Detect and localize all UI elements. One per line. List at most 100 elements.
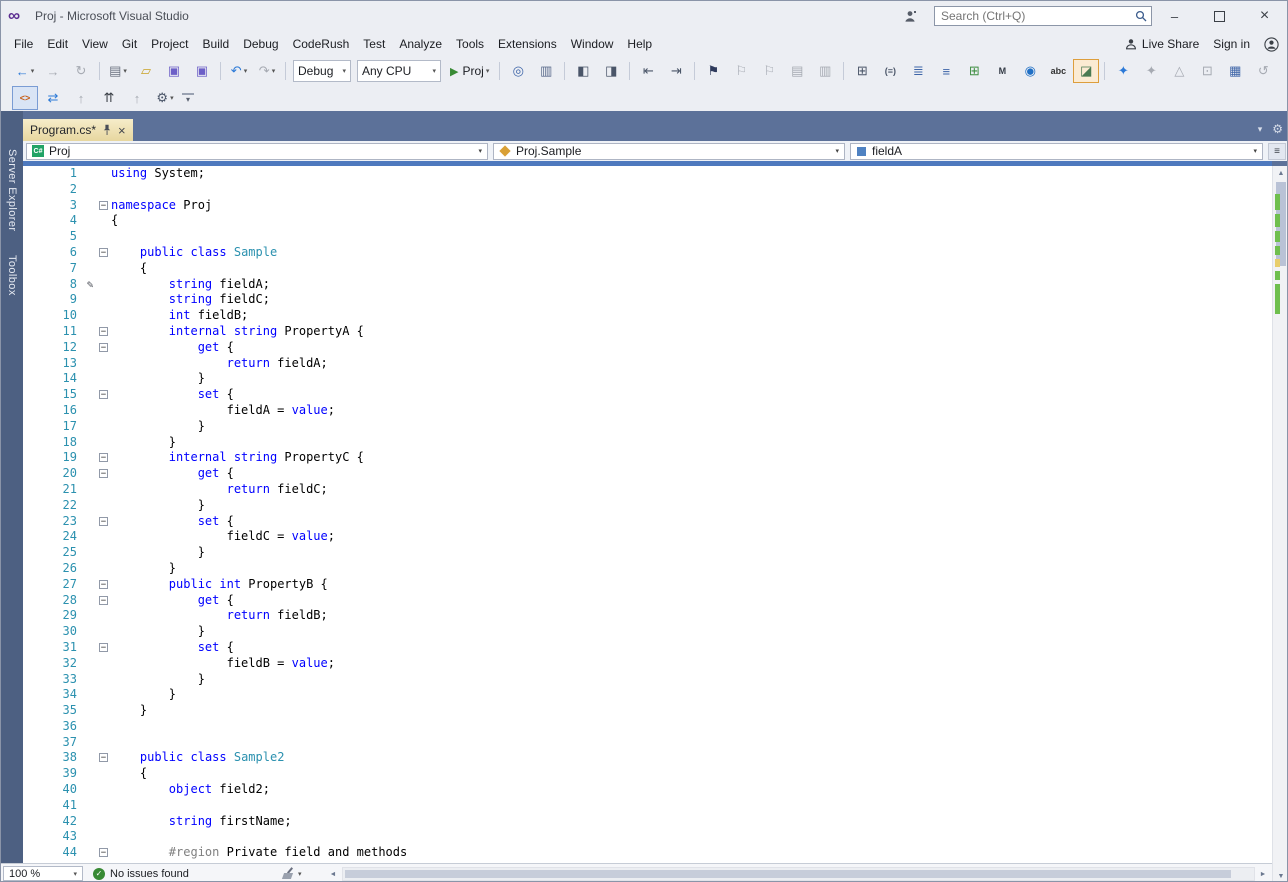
code-line[interactable]: 39 { bbox=[23, 766, 1272, 782]
pin-icon[interactable] bbox=[103, 124, 111, 136]
fold-collapse-box[interactable]: − bbox=[99, 198, 111, 214]
markdown-tool-icon[interactable]: M bbox=[989, 59, 1015, 83]
start-debugging-button[interactable]: ▶ Proj ▾ bbox=[450, 64, 489, 78]
preview-window-icon[interactable]: ▥ bbox=[533, 59, 559, 83]
detach-window-icon[interactable]: ⊡ bbox=[1194, 59, 1220, 83]
coderush-move-up-icon[interactable]: ↑ bbox=[68, 86, 94, 110]
indent-increase-icon[interactable]: ⇥ bbox=[663, 59, 689, 83]
code-line[interactable]: 6 − public class Sample bbox=[23, 245, 1272, 261]
code-line[interactable]: 13 return fieldA; bbox=[23, 356, 1272, 372]
coderush-settings-icon[interactable]: ⚙ ▾ bbox=[152, 86, 178, 110]
code-line[interactable]: 38 − public class Sample2 bbox=[23, 750, 1272, 766]
code-line[interactable]: 44 − #region Private field and methods bbox=[23, 845, 1272, 861]
menu-help[interactable]: Help bbox=[620, 33, 659, 55]
sidebar-item-toolbox[interactable]: Toolbox bbox=[6, 255, 18, 296]
navigate-backward-icon[interactable]: ← ▾ bbox=[12, 59, 38, 83]
refresh-button-icon[interactable]: ↻ bbox=[68, 59, 94, 83]
fold-collapse-box[interactable]: − bbox=[99, 324, 111, 340]
code-line[interactable]: 43 bbox=[23, 829, 1272, 845]
menu-tools[interactable]: Tools bbox=[449, 33, 491, 55]
show-parameters-icon[interactable]: (≡) bbox=[877, 59, 903, 83]
code-line[interactable]: 19 − internal string PropertyC { bbox=[23, 450, 1272, 466]
fold-collapse-box[interactable]: − bbox=[99, 450, 111, 466]
fold-collapse-box[interactable]: − bbox=[99, 387, 111, 403]
code-line[interactable]: 7 { bbox=[23, 261, 1272, 277]
sign-in-button[interactable]: Sign in bbox=[1213, 37, 1250, 51]
code-line[interactable]: 2 bbox=[23, 182, 1272, 198]
fold-collapse-box[interactable]: − bbox=[99, 245, 111, 261]
quick-search-box[interactable] bbox=[934, 6, 1152, 26]
numbered-list-icon[interactable]: ≣ bbox=[905, 59, 931, 83]
code-analysis-icon[interactable]: △ bbox=[1166, 59, 1192, 83]
coderush-toolbar-overflow[interactable]: ▾ bbox=[182, 92, 195, 104]
code-line[interactable]: 16 fieldA = value; bbox=[23, 403, 1272, 419]
code-line[interactable]: 18 } bbox=[23, 435, 1272, 451]
code-line[interactable]: 33 } bbox=[23, 672, 1272, 688]
menu-view[interactable]: View bbox=[75, 33, 115, 55]
code-line[interactable]: 35 } bbox=[23, 703, 1272, 719]
menu-git[interactable]: Git bbox=[115, 33, 144, 55]
code-line[interactable]: 17 } bbox=[23, 419, 1272, 435]
code-line[interactable]: 24 fieldC = value; bbox=[23, 529, 1272, 545]
editor-options-gear-icon[interactable]: ⚙ bbox=[1272, 122, 1283, 136]
search-icon[interactable] bbox=[1131, 10, 1151, 22]
code-line[interactable]: 26 } bbox=[23, 561, 1272, 577]
solution-configurations[interactable]: Debug ▾ bbox=[293, 60, 351, 82]
tab-program-cs[interactable]: Program.cs* × bbox=[23, 119, 133, 141]
code-line[interactable]: 12 − get { bbox=[23, 340, 1272, 356]
document-outline-icon[interactable]: ≡ bbox=[933, 59, 959, 83]
horizontal-scrollbar[interactable] bbox=[342, 867, 1255, 881]
send-feedback-icon[interactable] bbox=[899, 5, 921, 27]
code-line[interactable]: 4{ bbox=[23, 213, 1272, 229]
close-button[interactable]: × bbox=[1242, 1, 1287, 31]
code-line[interactable]: 42 string firstName; bbox=[23, 814, 1272, 830]
member-grid-icon[interactable]: ⊞ bbox=[849, 59, 875, 83]
insert-table-icon[interactable]: ⊞ bbox=[961, 59, 987, 83]
history-clock-icon[interactable]: ◔ bbox=[1278, 59, 1287, 83]
code-line[interactable]: 21 return fieldC; bbox=[23, 482, 1272, 498]
quick-actions-wand-icon[interactable]: ✦ bbox=[1110, 59, 1136, 83]
toggle-bookmark-icon[interactable]: ⚑ bbox=[700, 59, 726, 83]
code-cleanup-button[interactable]: ▾ bbox=[282, 866, 302, 881]
next-bookmark-icon[interactable]: ⚐ bbox=[756, 59, 782, 83]
split-pane-left-icon[interactable]: ◧ bbox=[570, 59, 596, 83]
code-line[interactable]: 3 − namespace Proj bbox=[23, 198, 1272, 214]
fold-collapse-box[interactable]: − bbox=[99, 577, 111, 593]
menu-analyze[interactable]: Analyze bbox=[392, 33, 449, 55]
fold-collapse-box[interactable]: − bbox=[99, 640, 111, 656]
save-file-icon[interactable]: ▣ bbox=[161, 59, 187, 83]
coderush-visualize-icon[interactable]: <> bbox=[12, 86, 38, 110]
code-line[interactable]: 8 ✎ string fieldA; bbox=[23, 277, 1272, 293]
live-share-button[interactable]: Live Share bbox=[1125, 37, 1199, 51]
vertical-scrollbar[interactable]: ▲ ▼ bbox=[1272, 166, 1287, 881]
sidebar-item-server-explorer[interactable]: Server Explorer bbox=[6, 149, 18, 231]
rich-comments-images-icon[interactable]: ◪ bbox=[1073, 59, 1100, 83]
type-dropdown[interactable]: Proj.Sample ▾ bbox=[493, 142, 845, 160]
user-avatar[interactable] bbox=[1264, 36, 1279, 52]
new-project-icon[interactable]: ▤ ▾ bbox=[105, 59, 131, 83]
export-document-icon[interactable]: ▦ bbox=[1222, 59, 1248, 83]
menu-window[interactable]: Window bbox=[564, 33, 621, 55]
save-all-icon[interactable]: ▣ bbox=[189, 59, 215, 83]
scroll-up-icon[interactable]: ▲ bbox=[1273, 166, 1287, 180]
scroll-down-icon[interactable]: ▼ bbox=[1273, 869, 1287, 881]
code-line[interactable]: 10 int fieldB; bbox=[23, 308, 1272, 324]
code-line[interactable]: 23 − set { bbox=[23, 514, 1272, 530]
code-line[interactable]: 29 return fieldB; bbox=[23, 608, 1272, 624]
uncomment-selection-icon[interactable]: ▥ bbox=[812, 59, 838, 83]
maximize-button[interactable] bbox=[1197, 1, 1242, 31]
fold-collapse-box[interactable]: − bbox=[99, 750, 111, 766]
code-line[interactable]: 27 − public int PropertyB { bbox=[23, 577, 1272, 593]
code-line[interactable]: 40 object field2; bbox=[23, 782, 1272, 798]
menu-edit[interactable]: Edit bbox=[40, 33, 75, 55]
menu-file[interactable]: File bbox=[7, 33, 40, 55]
minimize-button[interactable]: – bbox=[1152, 1, 1197, 31]
code-line[interactable]: 32 fieldB = value; bbox=[23, 656, 1272, 672]
coderush-promote-icon[interactable]: ↑ bbox=[124, 86, 150, 110]
menu-build[interactable]: Build bbox=[196, 33, 237, 55]
fold-collapse-box[interactable]: − bbox=[99, 466, 111, 482]
zoom-dropdown[interactable]: 100 % ▾ bbox=[3, 866, 83, 881]
member-list-button[interactable]: ≡ bbox=[1268, 142, 1286, 160]
menu-coderush[interactable]: CodeRush bbox=[286, 33, 357, 55]
open-file-icon[interactable]: ▱ bbox=[133, 59, 159, 83]
